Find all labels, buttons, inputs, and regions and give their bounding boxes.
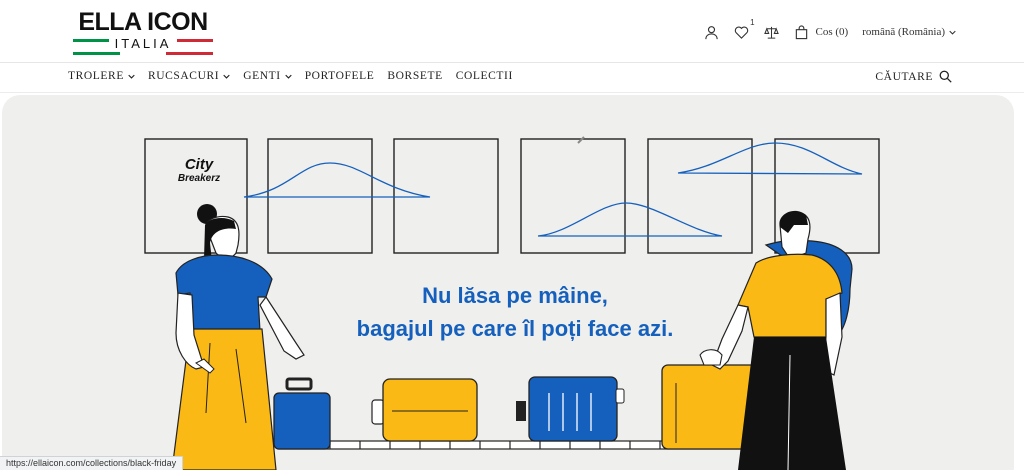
frame-scratch xyxy=(577,136,585,144)
city-breakerz-sign: City Breakerz xyxy=(160,156,238,185)
logo-sub-text: ITALIA xyxy=(73,36,213,51)
user-icon[interactable] xyxy=(702,22,722,42)
suitcase-blue-left xyxy=(273,377,331,450)
scale-icon[interactable] xyxy=(762,22,782,42)
language-label: română (România) xyxy=(862,26,945,38)
headline-line-2: bagajul pe care îl poți face azi. xyxy=(356,316,674,341)
hero-headline: Nu lăsa pe mâine, bagajul pe care îl poț… xyxy=(300,279,730,345)
hanger-1 xyxy=(243,162,431,198)
nav-item-label: GENTI xyxy=(243,70,281,82)
header-actions: 1 Cos (0) română (România) xyxy=(692,18,956,42)
search-button[interactable]: CĂUTARE xyxy=(875,70,952,83)
nav-item-rucsacuri[interactable]: RUCSACURI xyxy=(148,70,230,82)
frame-2 xyxy=(267,138,373,254)
sign-line-1: City xyxy=(184,156,214,173)
chevron-down-icon xyxy=(284,74,292,79)
cart-link[interactable]: Cos (0) xyxy=(816,26,849,38)
nav-item-portofele[interactable]: PORTOFELE xyxy=(305,70,375,82)
suitcase-yellow-2 xyxy=(661,364,757,450)
nav-item-trolere[interactable]: TROLERE xyxy=(68,70,135,82)
main-navigation: TROLERE RUCSACURI GENTI PORTOFELE BORSET… xyxy=(0,63,1024,93)
wishlist-count: 1 xyxy=(750,18,755,27)
sign-line-2: Breakerz xyxy=(177,173,221,184)
shopping-bag-icon[interactable] xyxy=(792,22,812,42)
search-label: CĂUTARE xyxy=(875,70,933,83)
brand-logo[interactable]: ELLA ICON ITALIA xyxy=(73,8,214,55)
chevron-down-icon xyxy=(223,74,230,79)
suitcase-yellow-1 xyxy=(371,378,478,442)
chevron-down-icon xyxy=(949,30,956,35)
hanger-3 xyxy=(677,142,863,175)
chevron-down-icon xyxy=(128,74,135,79)
nav-item-borsete[interactable]: BORSETE xyxy=(387,70,442,82)
nav-item-label: PORTOFELE xyxy=(304,70,375,82)
hanger-2 xyxy=(537,202,723,237)
nav-item-label: TROLERE xyxy=(68,70,124,82)
heart-icon[interactable]: 1 xyxy=(732,18,755,42)
nav-item-genti[interactable]: GENTI xyxy=(243,70,292,82)
logo-main-text: ELLA ICON xyxy=(78,8,208,36)
hero-banner[interactable]: City Breakerz Nu lăsa pe mâine, bagajul … xyxy=(0,93,1024,470)
headline-line-1: Nu lăsa pe mâine, xyxy=(422,283,608,308)
search-icon xyxy=(939,70,952,83)
nav-item-colectii[interactable]: COLECTII xyxy=(456,70,513,82)
nav-item-label: COLECTII xyxy=(455,70,513,82)
status-bar-url: https://ellaicon.com/collections/black-f… xyxy=(0,456,184,470)
nav-item-label: RUCSACURI xyxy=(147,70,220,82)
logo-flag-stripe-bottom xyxy=(73,52,214,55)
suitcase-blue-center xyxy=(516,376,625,442)
frame-3 xyxy=(393,138,499,254)
language-selector[interactable]: română (România) xyxy=(862,26,956,38)
nav-item-label: BORSETE xyxy=(387,70,443,82)
site-header: ELLA ICON ITALIA 1 Cos (0) română (Român… xyxy=(0,0,1024,63)
